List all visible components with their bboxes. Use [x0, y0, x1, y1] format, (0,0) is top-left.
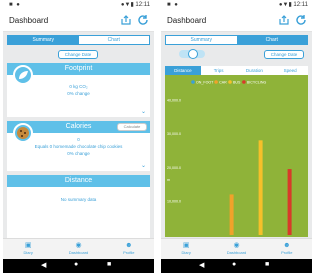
tab-speed[interactable]: Speed	[272, 66, 308, 75]
segment-control: Summary Chart	[165, 35, 308, 45]
bar-car[interactable]	[229, 194, 234, 235]
bottom-nav: ▣ Diary ◉ Dashboard ☻ Profile	[3, 238, 154, 259]
status-icons-right: ●▼▮ 12:11	[278, 2, 308, 8]
leaf-icon	[13, 65, 33, 85]
recents-icon[interactable]: ■	[107, 261, 111, 268]
legend-marker-bus	[228, 80, 232, 84]
segment-summary[interactable]: Summary	[166, 36, 237, 44]
nav-dashboard[interactable]: ◉ Dashboard	[211, 239, 261, 259]
distance-empty: No summary data	[60, 197, 97, 202]
home-icon[interactable]: ●	[232, 261, 236, 268]
dashboard-content: Summary Chart Change Date Footprint 0 kg…	[3, 33, 154, 238]
legend-marker-on_foot	[191, 80, 195, 84]
share-icon[interactable]	[120, 14, 132, 26]
nav-profile[interactable]: ☻ Profile	[262, 239, 312, 259]
segment-control: Summary Chart	[7, 35, 150, 45]
status-icons-left: ■ ●	[167, 2, 179, 8]
person-icon: ☻	[125, 242, 133, 249]
distance-card: Distance No summary data	[7, 175, 150, 238]
refresh-icon[interactable]	[137, 14, 149, 26]
status-icons-left: ■ ●	[9, 2, 21, 8]
legend-label-bicycling: BICYCLING	[247, 81, 267, 85]
calendar-icon: ▣	[24, 242, 32, 249]
nav-diary-label: Diary	[23, 250, 33, 255]
calculate-button[interactable]: Calculate	[117, 123, 147, 131]
nav-profile[interactable]: ☻ Profile	[104, 239, 154, 259]
segment-summary[interactable]: Summary	[8, 36, 79, 44]
legend-label-on_foot: ON_FOOT	[196, 81, 214, 85]
y-tick-label: 20,000.0	[167, 166, 181, 170]
toggle-knob	[188, 49, 198, 59]
status-icons-right: ●▼▮ 12:11	[120, 2, 150, 8]
system-nav-bar: ◀ ● ■	[3, 259, 154, 273]
phone-right: ■ ● ●▼▮ 12:11 Dashboard Summary Chart Ch…	[161, 0, 312, 273]
chevron-down-icon[interactable]: ⌄	[141, 108, 146, 115]
dashboard-icon: ◉	[75, 242, 82, 249]
nav-diary[interactable]: ▣ Diary	[3, 239, 53, 259]
legend-marker-car	[214, 80, 218, 84]
bar-chart: ON_FOOT CAR BUS BICYCLING 40,000.0 30,000.0 20…	[167, 80, 292, 235]
recents-icon[interactable]: ■	[265, 261, 269, 268]
change-date-button[interactable]: Change Date	[264, 50, 304, 59]
nav-dashboard-label: Dashboard	[226, 250, 247, 255]
change-date-button[interactable]: Change Date	[58, 50, 98, 59]
calories-card: Calories Calculate 0 Equals 0 homemade c…	[7, 121, 150, 171]
back-icon[interactable]: ◀	[199, 261, 204, 269]
share-icon[interactable]	[278, 14, 290, 26]
bottom-nav: ▣ Diary ◉ Dashboard ☻ Profile	[161, 238, 312, 259]
app-title: Dashboard	[9, 16, 49, 25]
nav-profile-label: Profile	[281, 250, 293, 255]
y-tick-label: 10,000.0	[167, 200, 181, 204]
cookie-icon	[13, 123, 33, 143]
segment-chart[interactable]: Chart	[78, 36, 149, 44]
calories-equals: Equals 0 homemade chocolate chip cookies	[34, 144, 123, 149]
calendar-icon: ▣	[182, 242, 190, 249]
bar-bus[interactable]	[258, 140, 263, 235]
phone-left: ■ ● ●▼▮ 12:11 Dashboard Summary Chart Ch…	[3, 0, 154, 273]
footprint-change: 0% change	[67, 91, 90, 96]
bar-bicycling[interactable]	[287, 169, 292, 235]
nav-diary-label: Diary	[181, 250, 191, 255]
nav-dashboard[interactable]: ◉ Dashboard	[53, 239, 103, 259]
calories-change: 0% change	[67, 151, 90, 156]
metric-tabs: Distance Trips Duration Speed	[165, 66, 308, 75]
distance-title: Distance	[7, 175, 150, 187]
app-title: Dashboard	[167, 16, 207, 25]
status-bar: ■ ● ●▼▮ 12:11	[161, 0, 312, 10]
status-bar: ■ ● ●▼▮ 12:11	[3, 0, 154, 10]
distance-chart: ON_FOOT CAR BUS BICYCLING 40,000.0 30,000.0 20…	[165, 75, 308, 237]
y-axis-label: m	[167, 178, 170, 182]
dashboard-icon: ◉	[233, 242, 240, 249]
legend-label-bus: BUS	[233, 81, 241, 85]
y-tick-label: 30,000.0	[167, 132, 181, 136]
person-icon: ☻	[283, 242, 291, 249]
legend-label-car: CAR	[219, 81, 227, 85]
toggle-switch[interactable]	[179, 49, 205, 59]
chevron-down-icon[interactable]: ⌄	[141, 162, 146, 169]
refresh-icon[interactable]	[295, 14, 307, 26]
back-icon[interactable]: ◀	[41, 261, 46, 269]
tab-duration[interactable]: Duration	[237, 66, 273, 75]
app-bar: Dashboard	[161, 10, 312, 32]
nav-dashboard-label: Dashboard	[68, 250, 89, 255]
tab-distance[interactable]: Distance	[165, 66, 201, 75]
nav-diary[interactable]: ▣ Diary	[161, 239, 211, 259]
legend-marker-bicycling	[242, 80, 246, 84]
home-icon[interactable]: ●	[74, 261, 78, 268]
footprint-card: Footprint 0 kg CO₂ 0% change ⌄	[7, 63, 150, 117]
y-tick-label: 40,000.0	[167, 98, 181, 102]
nav-profile-label: Profile	[123, 250, 135, 255]
app-bar: Dashboard	[3, 10, 154, 32]
tab-trips[interactable]: Trips	[201, 66, 237, 75]
segment-chart[interactable]: Chart	[236, 36, 307, 44]
system-nav-bar: ◀ ● ■	[161, 259, 312, 273]
